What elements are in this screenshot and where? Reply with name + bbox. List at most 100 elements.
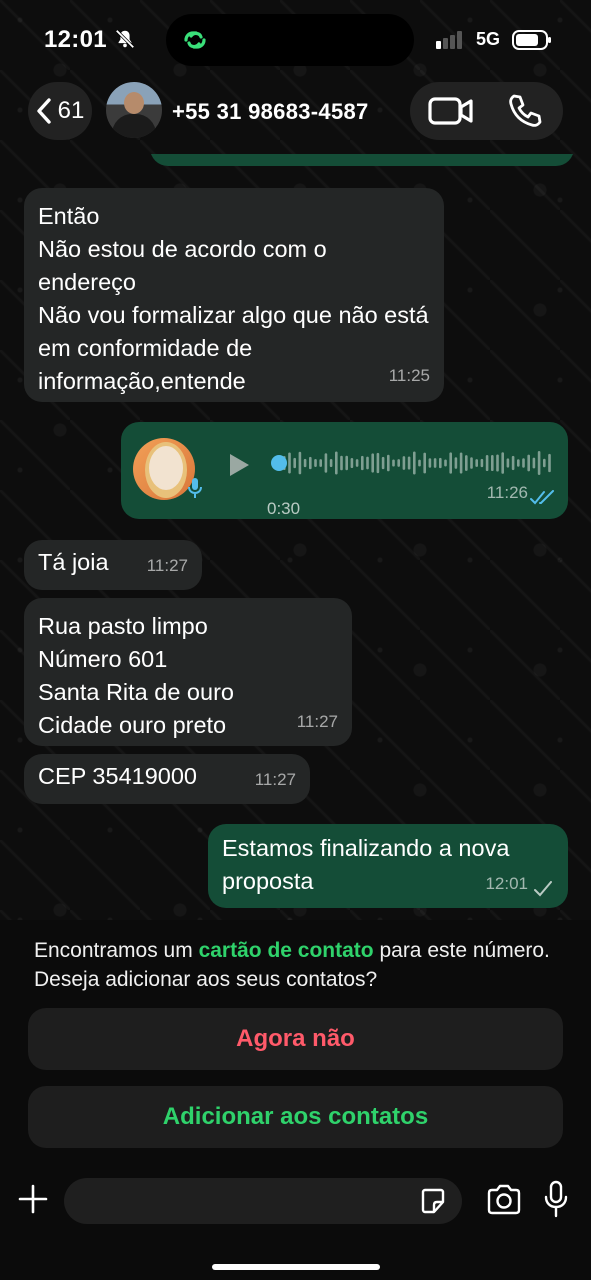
waveform-bar xyxy=(501,452,504,474)
status-bar: 12:01 5G xyxy=(0,0,591,70)
avatar[interactable] xyxy=(106,82,162,138)
waveform-bar xyxy=(329,458,333,468)
waveform-bar xyxy=(444,459,447,467)
waveform-bar xyxy=(402,456,406,470)
outgoing-message[interactable]: Estamos finalizando a nova proposta 12:0… xyxy=(208,824,568,908)
waveform-bar xyxy=(324,453,328,473)
unread-count: 61 xyxy=(57,97,85,124)
waveform-bar xyxy=(485,454,489,472)
waveform-bar xyxy=(392,459,395,467)
incoming-message[interactable]: Rua pasto limpo Número 601 Santa Rita de… xyxy=(24,598,352,746)
message-time: 11:25 xyxy=(388,366,430,385)
waveform-bar xyxy=(532,457,536,469)
call-actions xyxy=(410,82,563,140)
message-list[interactable]: Então Não estou de acordo com o endereço… xyxy=(0,154,591,920)
waveform-bar xyxy=(423,452,426,474)
incoming-message[interactable]: Então Não estou de acordo com o endereço… xyxy=(24,188,444,402)
waveform-bar xyxy=(361,455,364,471)
dynamic-island xyxy=(166,14,414,66)
microphone-icon xyxy=(188,478,202,498)
partial-outgoing-bubble xyxy=(150,154,574,166)
message-text: Então Não estou de acordo com o endereço… xyxy=(38,203,429,394)
waveform-bar xyxy=(381,456,385,470)
waveform-bar xyxy=(522,458,525,468)
home-indicator xyxy=(212,1264,380,1270)
waveform-bar xyxy=(459,452,463,474)
waveform-bar xyxy=(439,457,442,469)
phone-icon[interactable] xyxy=(506,93,544,129)
voice-duration: 0:30 xyxy=(267,499,301,518)
single-check-icon xyxy=(534,881,552,897)
signal-icon xyxy=(436,31,462,49)
waveform-bar xyxy=(293,457,296,469)
waveform-bar xyxy=(465,455,468,471)
waveform-bar xyxy=(418,459,421,467)
message-time: 11:27 xyxy=(296,712,338,731)
not-now-button[interactable]: Agora não xyxy=(28,1008,563,1070)
waveform-bar xyxy=(288,452,291,474)
waveform-bar xyxy=(428,458,432,468)
back-button[interactable]: 61 xyxy=(28,82,92,140)
plus-icon[interactable] xyxy=(18,1184,48,1214)
message-time: 11:27 xyxy=(254,770,296,789)
waveform-bar xyxy=(335,451,338,475)
camera-icon[interactable] xyxy=(486,1184,522,1216)
message-text: Rua pasto limpo Número 601 Santa Rita de… xyxy=(38,613,234,738)
waveform-bar xyxy=(506,458,510,468)
waveform-bar xyxy=(475,459,478,467)
waveform-bar xyxy=(387,454,390,472)
audio-waveform[interactable] xyxy=(271,448,551,478)
battery-icon xyxy=(512,30,551,50)
waveform-bar xyxy=(309,456,312,470)
waveform-bar xyxy=(413,451,416,475)
voice-sender-avatar xyxy=(133,438,195,500)
waveform-bar xyxy=(355,459,359,467)
waveform-bar xyxy=(350,457,354,469)
play-icon[interactable] xyxy=(227,452,251,478)
status-time: 12:01 xyxy=(44,26,107,53)
waveform-bar xyxy=(511,455,515,471)
waveform-bar xyxy=(470,457,473,469)
microphone-icon[interactable] xyxy=(544,1180,568,1218)
message-input-bar xyxy=(0,1150,591,1240)
waveform-bar xyxy=(345,455,348,471)
link-icon xyxy=(184,31,206,49)
waveform-bar xyxy=(433,458,437,468)
message-time: 11:26 xyxy=(486,483,528,502)
waveform-bar xyxy=(366,456,369,470)
message-input[interactable] xyxy=(64,1178,462,1224)
waveform-bar xyxy=(517,459,520,467)
message-time: 12:01 xyxy=(485,874,528,893)
chevron-left-icon xyxy=(36,98,51,124)
contact-name[interactable]: +55 31 98683-4587 xyxy=(172,99,369,125)
incoming-message[interactable]: Tá joia 11:27 xyxy=(24,540,202,590)
waveform-bar xyxy=(371,453,374,473)
add-to-contacts-button[interactable]: Adicionar aos contatos xyxy=(28,1086,563,1148)
waveform-bar xyxy=(314,459,317,467)
waveform-bar xyxy=(397,459,400,467)
waveform-bar xyxy=(298,451,302,475)
waveform-bar xyxy=(548,453,551,473)
waveform-bar xyxy=(543,458,546,468)
waveform-bar xyxy=(319,459,322,467)
waveform-bar xyxy=(527,454,530,472)
waveform-bar xyxy=(480,458,484,468)
waveform-bar xyxy=(491,454,494,472)
incoming-message[interactable]: CEP 35419000 11:27 xyxy=(24,754,310,804)
waveform-bar xyxy=(454,457,458,469)
double-check-icon xyxy=(530,490,554,505)
video-call-icon[interactable] xyxy=(428,95,474,127)
bell-slash-icon xyxy=(115,29,135,49)
waveform-bar xyxy=(340,455,343,471)
waveform-bar xyxy=(537,451,541,475)
waveform-bar xyxy=(496,454,499,472)
network-type: 5G xyxy=(476,29,501,49)
waveform-bar xyxy=(407,456,411,470)
waveform-bar xyxy=(303,458,307,468)
sticker-icon[interactable] xyxy=(418,1186,448,1216)
outgoing-voice-message[interactable]: 0:30 11:26 xyxy=(121,422,568,519)
waveform-bar xyxy=(376,452,380,474)
playback-scrubber[interactable] xyxy=(271,455,287,471)
contact-card-highlight: cartão de contato xyxy=(198,939,374,962)
waveform-bar xyxy=(449,452,452,474)
